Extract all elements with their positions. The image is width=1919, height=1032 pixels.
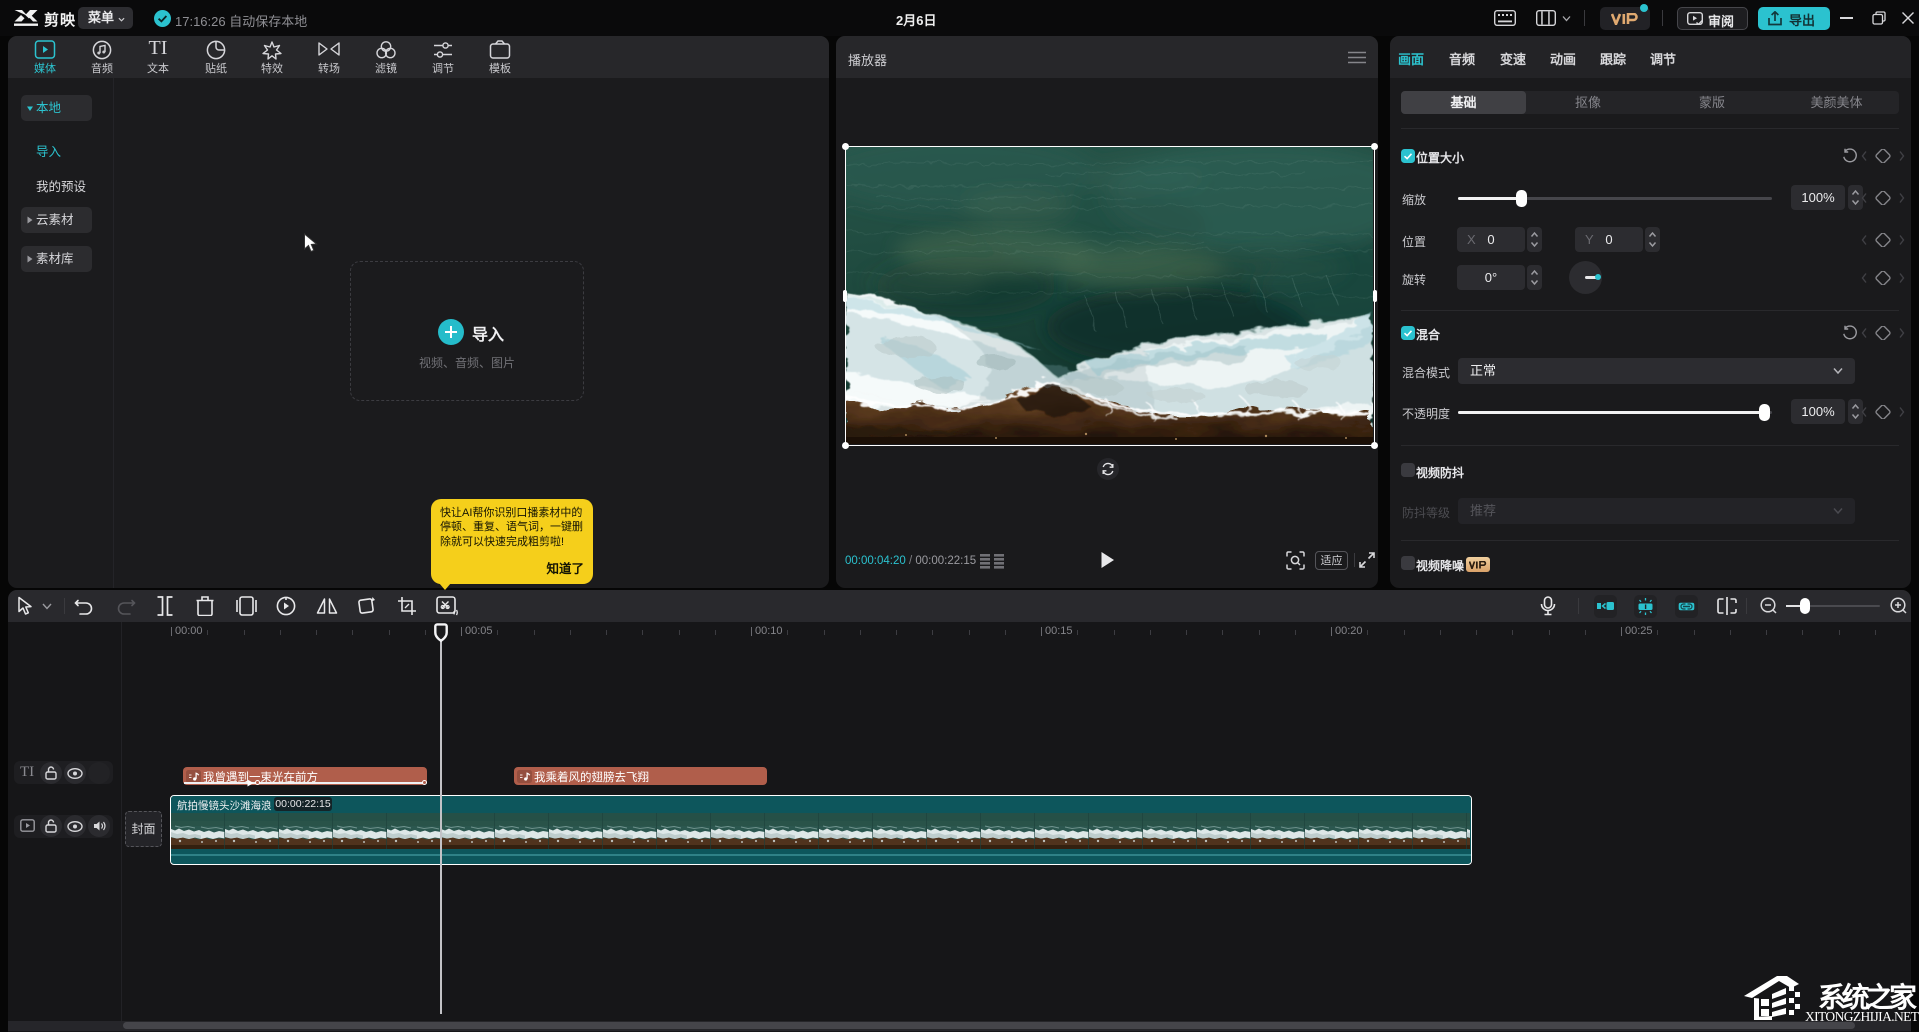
svg-text:XITONGZHIJIA.NET: XITONGZHIJIA.NET	[1805, 1009, 1919, 1022]
